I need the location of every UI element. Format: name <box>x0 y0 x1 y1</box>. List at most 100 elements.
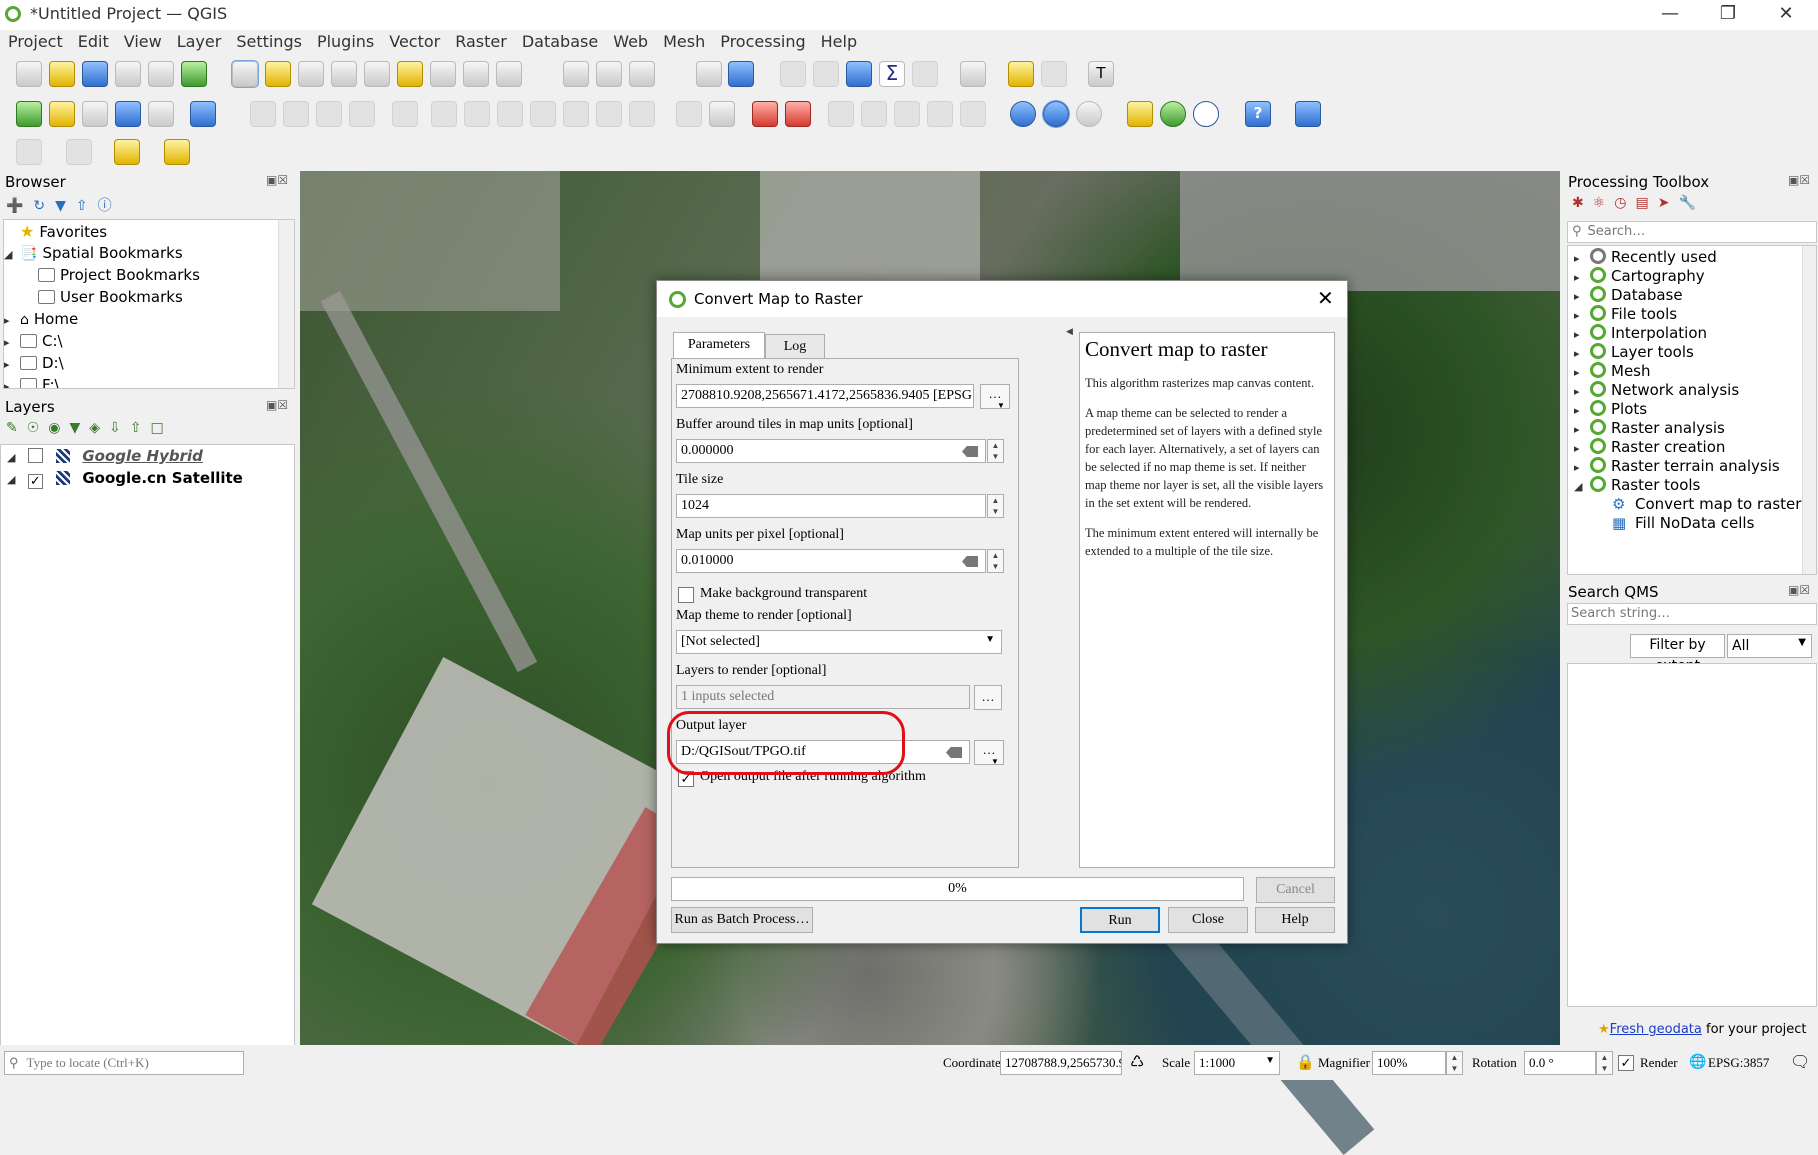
rotation-stepper[interactable]: ▲ ▼ <box>1596 1051 1613 1075</box>
menu-mesh[interactable]: Mesh <box>655 30 712 51</box>
run-button[interactable]: Run <box>1080 907 1160 933</box>
statistical-summary-icon[interactable]: Σ <box>879 61 905 87</box>
chevron-right-icon[interactable]: ▸ <box>1574 271 1590 284</box>
temporal-controller-icon[interactable] <box>696 61 722 87</box>
identify-features-icon[interactable] <box>780 61 806 87</box>
map-theme-select[interactable]: [Not selected] ▼ <box>676 630 1002 654</box>
zoom-out-icon[interactable] <box>331 61 357 87</box>
layer-google-cn-satellite[interactable]: ◢ ✓ Google.cn Satellite <box>7 469 243 491</box>
layer-visibility-checkbox[interactable] <box>27 448 43 463</box>
menu-project[interactable]: Project <box>0 30 70 51</box>
tab-parameters[interactable]: Parameters <box>673 332 765 358</box>
menu-help[interactable]: Help <box>813 30 864 51</box>
label-toolbar-icon[interactable] <box>676 101 702 127</box>
browser-item-home[interactable]: ▸ ⌂ Home <box>4 310 78 332</box>
menu-layer[interactable]: Layer <box>169 30 229 51</box>
pin-labels-icon[interactable] <box>752 101 778 127</box>
cut-features-icon[interactable] <box>497 101 523 127</box>
style-manager-icon[interactable] <box>181 61 207 87</box>
toolbox-search-input[interactable]: ⚲ Search… <box>1567 221 1817 243</box>
undo-icon[interactable] <box>596 101 622 127</box>
restore-button[interactable]: ❐ <box>1699 0 1757 30</box>
move-label-icon[interactable] <box>828 101 854 127</box>
add-wms-layer-icon[interactable] <box>190 101 216 127</box>
toggle-editing-icon[interactable] <box>283 101 309 127</box>
scale-select[interactable]: 1:1000 ▼ <box>1194 1051 1280 1075</box>
tile-size-input[interactable]: 1024 <box>676 494 986 518</box>
chevron-right-icon[interactable]: ▸ <box>1574 366 1590 379</box>
browser-scrollbar[interactable] <box>278 220 294 388</box>
select-features-icon[interactable] <box>16 139 42 165</box>
toolbox-algorithm[interactable]: ▦ Fill NoData cells <box>1612 514 1754 536</box>
output-options-button[interactable]: … ▼ <box>974 740 1004 766</box>
layers-to-render-field[interactable]: 1 inputs selected <box>676 685 970 709</box>
run-as-batch-button[interactable]: Run as Batch Process… <box>671 907 813 933</box>
chevron-down-icon[interactable]: ◢ <box>1574 480 1590 493</box>
pan-to-selection-icon[interactable] <box>265 61 291 87</box>
chevron-right-icon[interactable]: ▸ <box>1574 328 1590 341</box>
menu-database[interactable]: Database <box>514 30 605 51</box>
menu-plugins[interactable]: Plugins <box>309 30 381 51</box>
openlayers-plugin-icon[interactable] <box>1076 101 1102 127</box>
digitize-icon[interactable] <box>115 101 141 127</box>
browser-item-c-drive[interactable]: ▸ C:\ <box>4 332 63 354</box>
show-hide-labels-icon[interactable] <box>927 101 953 127</box>
crs-button[interactable]: EPSG:3857 <box>1708 1055 1769 1071</box>
min-extent-field[interactable]: 2708810.9208,2565671.4172,2565836.9405 [… <box>676 384 974 408</box>
help-button[interactable]: Help <box>1255 907 1335 933</box>
dialog-close-icon[interactable]: ✕ <box>1317 286 1334 310</box>
new-bookmark-icon[interactable] <box>596 61 622 87</box>
tile-size-stepper[interactable]: ▲ ▼ <box>987 494 1004 518</box>
render-checkbox[interactable]: ✓ <box>1618 1055 1634 1071</box>
chevron-right-icon[interactable]: ▸ <box>1574 404 1590 417</box>
close-window-button[interactable]: ✕ <box>1757 0 1815 30</box>
fresh-geodata-link[interactable]: Fresh geodata <box>1610 1022 1702 1037</box>
menu-vector[interactable]: Vector <box>381 30 447 51</box>
python-console-icon[interactable] <box>1127 101 1153 127</box>
browser-item-favorites[interactable]: ★ Favorites <box>4 222 107 244</box>
save-edits-icon[interactable] <box>316 101 342 127</box>
label-properties-icon[interactable] <box>960 101 986 127</box>
deselect-all-icon[interactable] <box>114 139 140 165</box>
buffer-stepper[interactable]: ▲ ▼ <box>987 439 1004 463</box>
map-tips-icon[interactable] <box>1008 61 1034 87</box>
add-vector-layer-icon[interactable] <box>16 101 42 127</box>
menu-raster[interactable]: Raster <box>447 30 514 51</box>
minimize-button[interactable]: — <box>1641 0 1699 30</box>
web-globe-icon[interactable] <box>1010 101 1036 127</box>
browser-toolbar-icons[interactable]: ➕↻▼⇧ⓘ <box>6 195 122 215</box>
magnifier-stepper[interactable]: ▲ ▼ <box>1446 1051 1463 1075</box>
refresh-icon[interactable] <box>728 61 754 87</box>
new-map-view-icon[interactable] <box>563 61 589 87</box>
layer-visibility-checkbox[interactable]: ✓ <box>27 474 43 489</box>
add-feature-icon[interactable] <box>349 101 375 127</box>
browser-item-user-bookmarks[interactable]: User Bookmarks <box>38 288 183 310</box>
extent-options-button[interactable]: … ▼ <box>980 384 1010 410</box>
georeferencer-icon[interactable] <box>1160 101 1186 127</box>
panel-float-close-icon[interactable]: ▣☒ <box>266 173 288 187</box>
layers-select-button[interactable]: … <box>974 685 1002 710</box>
locator-search-input[interactable]: ⚲ Type to locate (Ctrl+K) <box>4 1051 244 1075</box>
attribute-form-icon[interactable] <box>912 61 938 87</box>
qms-search-input[interactable]: Search string… <box>1567 603 1817 625</box>
layer-labeling-icon[interactable] <box>709 101 735 127</box>
save-project-icon[interactable] <box>82 61 108 87</box>
menu-edit[interactable]: Edit <box>70 30 116 51</box>
current-edits-icon[interactable] <box>250 101 276 127</box>
zoom-to-layer-icon[interactable] <box>430 61 456 87</box>
show-bookmarks-icon[interactable] <box>629 61 655 87</box>
layer-google-hybrid[interactable]: ◢ Google Hybrid <box>7 447 203 469</box>
toggle-extents-icon[interactable]: ♺ <box>1130 1052 1144 1072</box>
plugin-manager-icon[interactable] <box>1295 101 1321 127</box>
zoom-in-icon[interactable] <box>298 61 324 87</box>
layers-toolbar-icons[interactable]: ✎☉◉▼◈⇩⇧□ <box>6 420 173 436</box>
panel-float-close-icon[interactable]: ▣☒ <box>1788 173 1810 187</box>
browser-item-f-drive[interactable]: ▸ F:\ <box>4 376 60 388</box>
toolbox-toolbar-icons[interactable]: ✱⚛◷▤➤🔧 <box>1572 195 1705 211</box>
highlight-labels-icon[interactable] <box>785 101 811 127</box>
messages-icon[interactable]: 🗨 <box>1790 1052 1810 1072</box>
browser-item-project-bookmarks[interactable]: Project Bookmarks <box>38 266 200 288</box>
locator-icon[interactable] <box>1041 61 1067 87</box>
browser-item-d-drive[interactable]: ▸ D:\ <box>4 354 64 376</box>
copy-features-icon[interactable] <box>530 101 556 127</box>
